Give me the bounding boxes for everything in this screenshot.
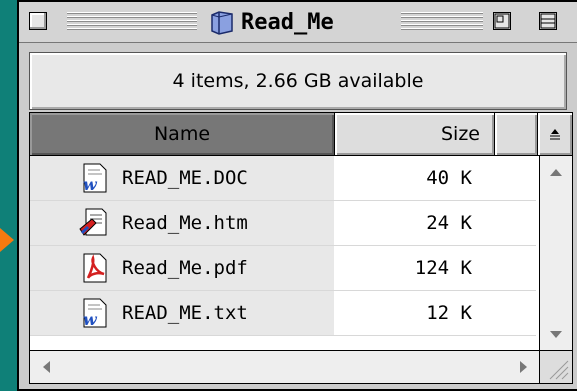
column-header-blank (495, 113, 538, 155)
file-size: 24 K (426, 212, 472, 234)
title-stripes-left (67, 12, 197, 32)
window-title-text: Read_Me (241, 9, 334, 35)
file-row[interactable]: w READ_ME.txt 12 K (30, 291, 536, 336)
pdf-doc-icon (83, 253, 107, 283)
finder-window: Read_Me 4 items, 2.66 GB available Name … (17, 0, 577, 391)
file-size: 12 K (426, 302, 472, 324)
sort-direction-button[interactable] (538, 113, 572, 155)
file-name: Read_Me.pdf (122, 257, 248, 279)
scroll-right-arrow[interactable] (508, 351, 540, 383)
horizontal-scrollbar[interactable] (30, 350, 540, 383)
column-header-name[interactable]: Name (30, 113, 335, 155)
scroll-right-icon (520, 361, 527, 373)
file-name-cell: Read_Me.pdf (30, 246, 334, 290)
scroll-left-icon (43, 361, 50, 373)
column-header: Name Size (30, 113, 572, 156)
svg-text:w: w (83, 310, 98, 329)
window-title: Read_Me (203, 6, 340, 38)
file-name: READ_ME.txt (122, 302, 248, 324)
html-doc-icon (79, 208, 107, 236)
column-name-label: Name (153, 123, 211, 145)
resize-grow-box[interactable] (539, 350, 572, 383)
file-name-cell: w READ_ME.txt (30, 291, 334, 335)
file-name: Read_Me.htm (122, 212, 248, 234)
word-doc-icon: w (83, 298, 107, 329)
resize-grip-icon (549, 360, 569, 380)
zoom-box[interactable] (493, 12, 511, 30)
file-size: 40 K (426, 167, 472, 189)
file-rows: w READ_ME.DOC 40 K Read_Me.htm 24 K Read… (30, 156, 536, 336)
sort-direction-icon (550, 129, 560, 140)
info-bar: 4 items, 2.66 GB available (29, 52, 567, 110)
file-row[interactable]: Read_Me.htm 24 K (30, 201, 536, 246)
scroll-up-icon (550, 169, 562, 176)
desktop-pointer-arrow (0, 228, 14, 252)
folder-icon (211, 11, 233, 35)
file-name: READ_ME.DOC (122, 167, 248, 189)
file-name-cell: w READ_ME.DOC (30, 156, 334, 200)
vertical-scrollbar[interactable] (539, 156, 572, 351)
file-row[interactable]: Read_Me.pdf 124 K (30, 246, 536, 291)
column-size-label: Size (440, 123, 480, 145)
scroll-up-arrow[interactable] (540, 156, 572, 188)
close-box[interactable] (29, 12, 47, 30)
file-row[interactable]: w READ_ME.DOC 40 K (30, 156, 536, 201)
items-summary: 4 items, 2.66 GB available (172, 70, 424, 92)
scroll-down-icon (550, 331, 562, 338)
column-header-size[interactable]: Size (335, 113, 495, 155)
svg-text:w: w (83, 175, 98, 194)
scroll-left-arrow[interactable] (30, 351, 62, 383)
scroll-down-arrow[interactable] (540, 319, 572, 351)
title-bar[interactable]: Read_Me (19, 2, 577, 43)
file-size: 124 K (414, 257, 472, 279)
file-list: Name Size w READ_ME.DOC 40 K Read_Me.htm… (29, 112, 573, 384)
collapse-box[interactable] (539, 12, 557, 30)
title-stripes-right (401, 12, 483, 32)
file-name-cell: Read_Me.htm (30, 201, 334, 245)
word-doc-icon: w (83, 163, 107, 194)
